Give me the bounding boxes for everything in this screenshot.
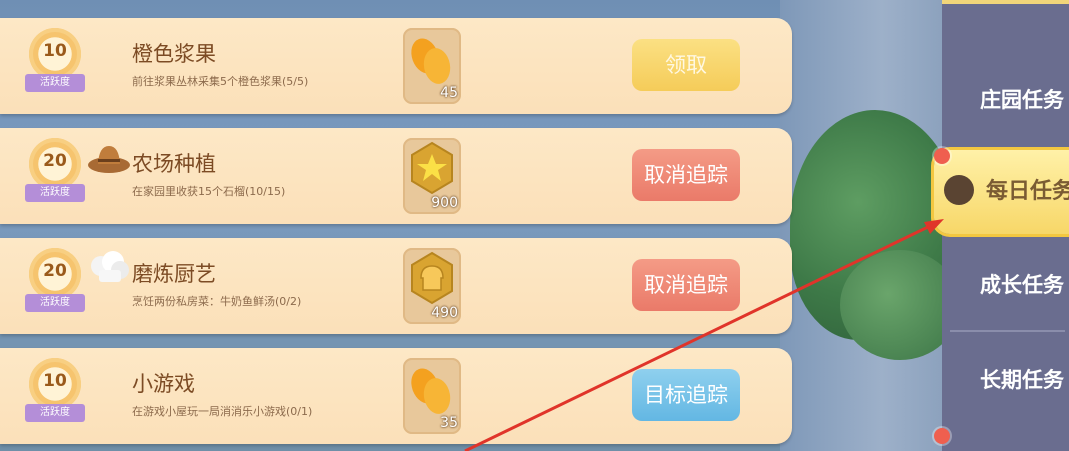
annotation-arrow: [464, 219, 944, 451]
